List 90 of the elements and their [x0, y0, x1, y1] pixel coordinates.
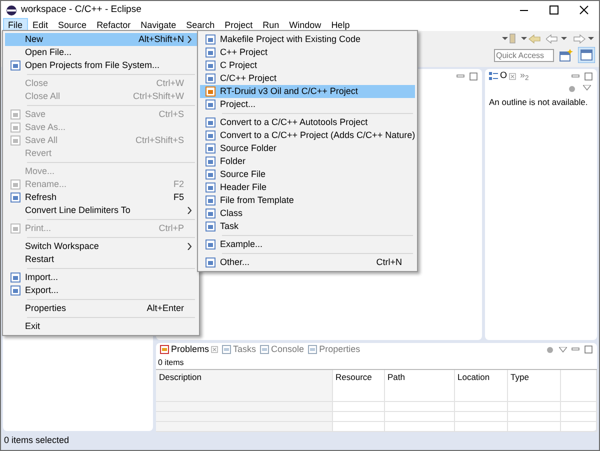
menu-item[interactable]: Search [181, 18, 220, 32]
window-title: workspace - C/C++ - Eclipse [21, 2, 142, 17]
menu-item[interactable]: Project [220, 18, 258, 32]
panel-tab[interactable]: Tasks [222, 343, 256, 356]
eclipse-logo-icon [6, 4, 17, 16]
menu-item[interactable]: Convert to a C/C++ Autotools Project [200, 116, 415, 129]
document-icon [204, 156, 216, 167]
open-perspective-icon[interactable] [559, 48, 573, 62]
document-icon [204, 257, 216, 268]
document-icon [204, 73, 216, 84]
panel-tab[interactable]: »$_{2}$ [520, 69, 529, 83]
menu-item[interactable]: Makefile Project with Existing Code [200, 33, 415, 46]
menu-item[interactable]: Source File [200, 168, 415, 181]
menu-item[interactable]: Task [200, 220, 415, 233]
document-icon [204, 60, 216, 71]
menu-item[interactable]: Window [284, 18, 326, 32]
menu-item[interactable]: Header File [200, 181, 415, 194]
menu-item[interactable]: Example... [200, 238, 415, 251]
outline-message: An outline is not available. [488, 96, 589, 109]
document-icon [204, 208, 216, 219]
menu-item[interactable]: Switch Workspace [5, 240, 197, 253]
back-arrow-icon[interactable] [521, 33, 541, 45]
menu-item[interactable]: Run [258, 18, 284, 32]
document-icon [204, 34, 216, 45]
menu-item[interactable]: Source [53, 18, 92, 32]
menu-item[interactable]: Folder [200, 155, 415, 168]
column-header[interactable]: Path [384, 370, 454, 392]
document-icon [204, 99, 216, 110]
forward-arrow-icon[interactable] [573, 33, 595, 45]
document-icon [10, 179, 20, 190]
document-icon [204, 239, 216, 250]
menu-item[interactable]: Import... [5, 271, 197, 284]
menu-item[interactable]: Restart [5, 253, 197, 266]
back-arrow-icon[interactable] [546, 33, 568, 45]
view-menu-icon[interactable] [568, 85, 577, 93]
menu-item[interactable]: Navigate [136, 18, 182, 32]
document-icon [10, 109, 20, 120]
toolbar-tool-icon[interactable] [502, 33, 516, 45]
menu-item[interactable]: Edit [28, 18, 54, 32]
menu-item[interactable]: Other... Ctrl+N [200, 256, 415, 269]
panel-tab[interactable]: O [489, 69, 516, 83]
menu-item[interactable]: Open Projects from File System... [5, 59, 197, 72]
document-icon [10, 192, 20, 203]
document-icon [10, 135, 20, 146]
document-icon [204, 221, 216, 232]
column-header[interactable]: Description [156, 370, 332, 392]
document-icon [204, 117, 216, 128]
perspective-icon[interactable] [578, 47, 595, 63]
document-icon [204, 47, 216, 58]
panel-tab[interactable]: Properties [308, 343, 360, 356]
document-icon [10, 60, 20, 71]
panel-tab[interactable]: Problems [160, 343, 218, 356]
menu-item[interactable]: New Alt+Shift+N [5, 33, 197, 46]
menu-item[interactable]: Open File... [5, 46, 197, 59]
status-text: 0 items selected [4, 434, 70, 447]
column-header[interactable]: Resource [332, 370, 384, 392]
menu-item[interactable]: Convert to a C/C++ Project (Adds C/C++ Nature) [200, 129, 415, 142]
menu-item[interactable]: Help [326, 18, 355, 32]
document-icon [10, 285, 20, 296]
menu-item[interactable]: Source Folder [200, 142, 415, 155]
menu-item[interactable]: Refresh F5 [5, 191, 197, 204]
document-icon [10, 272, 20, 283]
menu-item[interactable]: Exit [5, 320, 197, 333]
dropdown-icon[interactable] [559, 346, 567, 353]
column-header[interactable]: Location [454, 370, 507, 392]
document-icon [204, 143, 216, 154]
document-icon [204, 169, 216, 180]
menu-item[interactable]: C/C++ Project [200, 72, 415, 85]
document-icon [10, 223, 20, 234]
document-icon [204, 195, 216, 206]
menu-item[interactable]: Convert Line Delimiters To [5, 204, 197, 217]
menu-item[interactable]: RT-Druid v3 Oil and C/C++ Project [200, 85, 415, 98]
view-menu-icon[interactable] [546, 346, 555, 354]
document-icon [10, 122, 20, 133]
menu-item[interactable]: Project... [200, 98, 415, 111]
column-header[interactable]: Type [507, 370, 560, 392]
document-icon [204, 130, 216, 141]
menu-item[interactable]: Export... [5, 284, 197, 297]
menu-item[interactable]: Properties Alt+Enter [5, 302, 197, 315]
menu-item[interactable]: Class [200, 207, 415, 220]
panel-tab[interactable]: Console [260, 343, 304, 356]
menu-item[interactable]: File from Template [200, 194, 415, 207]
menu-item[interactable]: C++ Project [200, 46, 415, 59]
menu-item[interactable]: C Project [200, 59, 415, 72]
quick-access-field[interactable]: Quick Access [494, 48, 554, 62]
outline-icon [489, 72, 498, 80]
document-icon [204, 182, 216, 193]
menu-item[interactable]: Refactor [92, 18, 136, 32]
dropdown-icon[interactable] [583, 85, 591, 91]
project-icon [204, 86, 216, 97]
